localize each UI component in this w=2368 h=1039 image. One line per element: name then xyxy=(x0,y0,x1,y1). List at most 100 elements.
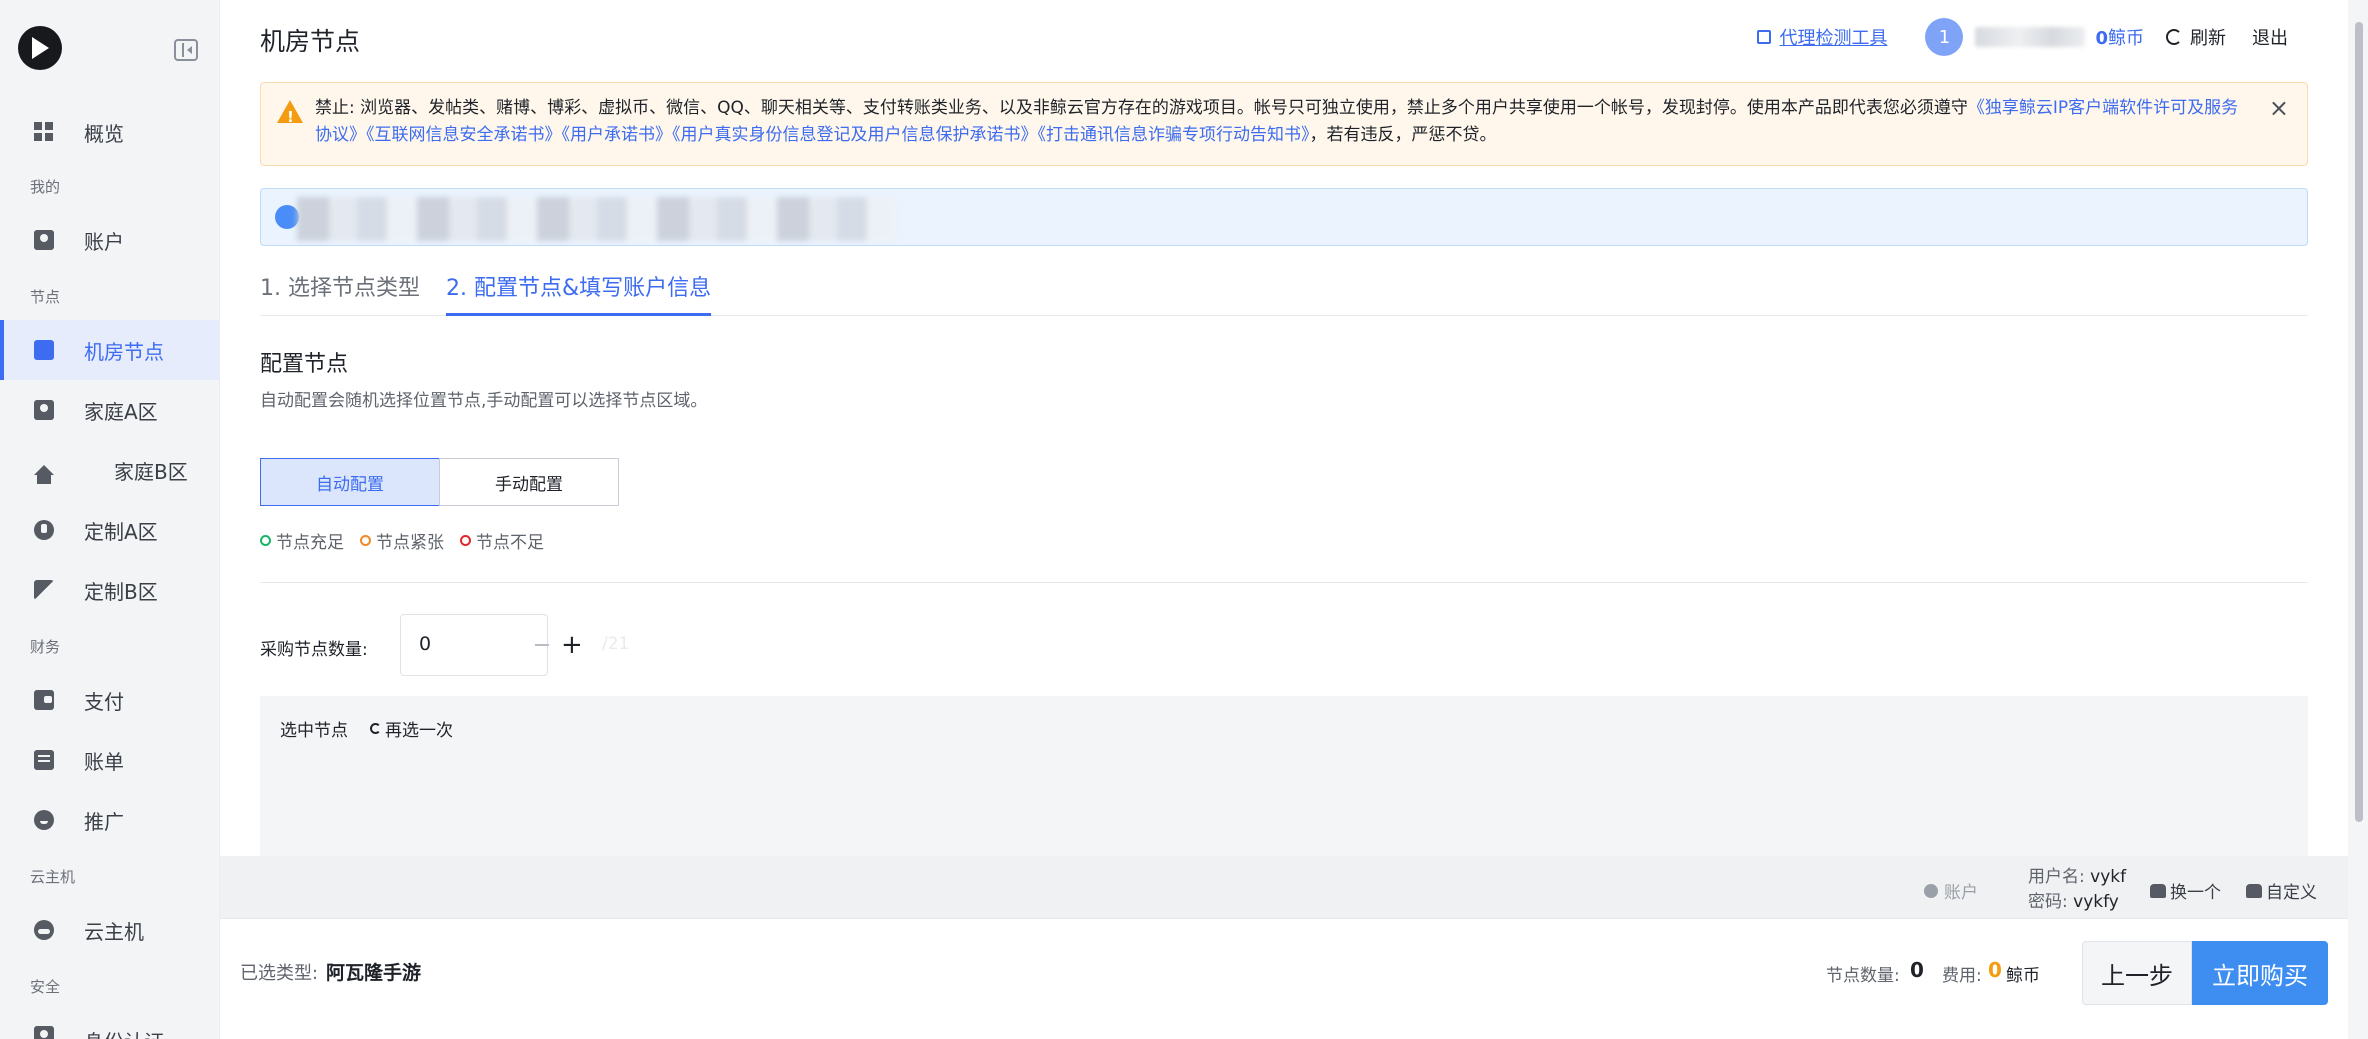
sidebar-item-bill[interactable]: 账单 xyxy=(0,730,220,790)
redacted-content xyxy=(297,197,897,241)
sidebar-item-label: 定制A区 xyxy=(84,519,158,544)
avatar[interactable]: 1 xyxy=(1925,18,1964,56)
node-count-value: 0 xyxy=(1910,958,1924,982)
tab-configure-node[interactable]: 2. 配置节点&填写账户信息 xyxy=(446,270,712,316)
quantity-stepper[interactable]: 0 + xyxy=(400,614,583,676)
refresh-button[interactable]: 刷新 xyxy=(2166,24,2226,50)
notice-text: 禁止: 浏览器、发帖类、赌博、博彩、虚拟币、微信、QQ、聊天相关等、支付转账类业… xyxy=(315,98,1968,118)
cloud-host-icon xyxy=(34,920,54,940)
collapse-sidebar-icon[interactable] xyxy=(174,39,198,61)
scrollbar-thumb[interactable] xyxy=(2355,22,2363,822)
selected-nodes-panel: 选中节点 再选一次 xyxy=(260,696,2308,856)
sidebar-item-overview[interactable]: 概览 xyxy=(0,102,220,162)
sidebar-item-cloud-host[interactable]: 云主机 xyxy=(0,900,220,960)
proxy-tool-link[interactable]: 代理检测工具 xyxy=(1757,24,1887,50)
reselect-button[interactable]: 再选一次 xyxy=(370,716,453,741)
nav-group-finance: 财务 xyxy=(30,638,61,656)
external-link-icon xyxy=(1757,30,1772,44)
status-dot-icon xyxy=(460,535,471,546)
password-label: 密码: xyxy=(2028,892,2068,912)
dashboard-icon xyxy=(34,122,54,142)
auto-config-button[interactable]: 自动配置 xyxy=(260,458,440,506)
minus-icon[interactable] xyxy=(535,644,549,646)
home-b-icon xyxy=(34,465,54,484)
quantity-max: /21 xyxy=(602,634,630,654)
close-icon[interactable]: × xyxy=(2269,95,2289,122)
sidebar-item-home-a[interactable]: 家庭A区 xyxy=(0,380,220,440)
notice-text-end: ，若有违反，严惩不贷。 xyxy=(1309,125,1497,145)
sidebar-item-label: 账单 xyxy=(84,749,124,774)
quantity-label: 采购节点数量: xyxy=(260,640,368,660)
home-a-icon xyxy=(34,400,54,420)
nav-group-node: 节点 xyxy=(30,288,61,306)
custom-account-button[interactable]: 自定义 xyxy=(2246,878,2317,903)
sidebar-item-custom-a[interactable]: 定制A区 xyxy=(0,500,220,560)
manual-config-button[interactable]: 手动配置 xyxy=(439,458,619,506)
quantity-input[interactable]: 0 xyxy=(419,633,431,655)
sidebar-item-label: 身份认证 xyxy=(84,1026,164,1039)
reselect-label: 再选一次 xyxy=(385,721,453,741)
legend-label: 节点不足 xyxy=(476,533,544,553)
sidebar-item-label: 账户 xyxy=(84,229,124,254)
legend-item: 节点紧张 xyxy=(360,528,444,553)
edit-user-icon xyxy=(2246,883,2262,898)
info-icon xyxy=(275,205,299,229)
user-icon xyxy=(1924,883,1938,898)
password-row: 密码: vykfy xyxy=(2028,890,2126,915)
logout-button[interactable]: 退出 xyxy=(2252,24,2288,50)
step-tabs: 1. 选择节点类型 2. 配置节点&填写账户信息 xyxy=(260,270,2308,316)
sidebar-item-promote[interactable]: 推广 xyxy=(0,790,220,850)
tab-select-node-type[interactable]: 1. 选择节点类型 xyxy=(260,270,420,316)
info-bar-redacted xyxy=(260,188,2308,246)
user-pledge-link[interactable]: 《用户承诺书》 xyxy=(562,125,673,145)
username-value: vykf xyxy=(2090,867,2127,887)
scrollbar[interactable] xyxy=(2348,0,2368,1039)
bill-icon xyxy=(34,750,54,770)
buy-now-button[interactable]: 立即购买 xyxy=(2192,941,2328,1005)
legend-item: 节点不足 xyxy=(460,528,544,553)
selected-type-label: 已选类型: xyxy=(240,963,319,984)
identity-pledge-link[interactable]: 《用户真实身份信息登记及用户信息保护承诺书》 xyxy=(672,125,1038,145)
legend-item: 节点充足 xyxy=(260,528,344,553)
password-value: vykfy xyxy=(2073,892,2119,912)
sidebar-item-label: 推广 xyxy=(84,809,124,834)
sidebar-item-account[interactable]: 账户 xyxy=(0,210,220,270)
logo-icon[interactable] xyxy=(18,26,62,70)
refresh-icon xyxy=(2166,29,2182,45)
selected-type-value: 阿瓦隆手游 xyxy=(326,962,422,984)
sidebar-item-label: 家庭A区 xyxy=(84,399,158,424)
nav-group-security: 安全 xyxy=(30,978,61,996)
nav-group-mine: 我的 xyxy=(30,178,61,196)
security-pledge-link[interactable]: 《互联网信息安全承诺书》 xyxy=(366,125,562,145)
coin-balance: 0鲸币 xyxy=(2095,24,2144,50)
refresh-label: 刷新 xyxy=(2190,28,2226,49)
sidebar-item-server-node[interactable]: 机房节点 xyxy=(0,320,220,380)
plus-icon[interactable]: + xyxy=(561,632,583,658)
page-title: 机房节点 xyxy=(260,27,361,56)
sidebar-item-custom-b[interactable]: 定制B区 xyxy=(0,560,220,620)
sidebar-item-label: 支付 xyxy=(84,689,124,714)
node-status-legend: 节点充足 节点紧张 节点不足 xyxy=(260,528,560,553)
identity-icon xyxy=(34,1026,54,1039)
fee-value: 0 xyxy=(1988,958,2002,982)
custom-a-icon xyxy=(34,520,54,540)
sidebar-item-home-b[interactable]: 家庭B区 xyxy=(0,440,220,500)
prev-step-button[interactable]: 上一步 xyxy=(2082,941,2192,1005)
credentials: 用户名: vykf 密码: vykfy xyxy=(2028,865,2126,915)
status-dot-icon xyxy=(260,535,271,546)
account-label-text: 账户 xyxy=(1944,883,1978,903)
swap-icon xyxy=(2150,883,2166,898)
divider xyxy=(260,582,2308,583)
coin-unit: 鲸币 xyxy=(2108,28,2144,49)
sidebar-item-identity[interactable]: 身份认证 xyxy=(0,1010,220,1039)
legend-label: 节点紧张 xyxy=(376,533,444,553)
sidebar-item-label: 概览 xyxy=(84,121,124,146)
sidebar-item-payment[interactable]: 支付 xyxy=(0,670,220,730)
account-icon xyxy=(34,230,54,250)
custom-label: 自定义 xyxy=(2266,883,2317,903)
swap-account-button[interactable]: 换一个 xyxy=(2150,878,2221,903)
header-toolbar: 代理检测工具 1 0鲸币 刷新 退出 xyxy=(1757,18,2348,56)
notice-banner: 禁止: 浏览器、发帖类、赌博、博彩、虚拟币、微信、QQ、聊天相关等、支付转账类业… xyxy=(260,82,2308,166)
anti-fraud-notice-link[interactable]: 《打击通讯信息诈骗专项行动告知书》 xyxy=(1038,125,1310,145)
sidebar: 概览 我的 账户 节点 机房节点 家庭A区 家庭B区 定制A区 定制B区 财务 … xyxy=(0,0,220,1039)
